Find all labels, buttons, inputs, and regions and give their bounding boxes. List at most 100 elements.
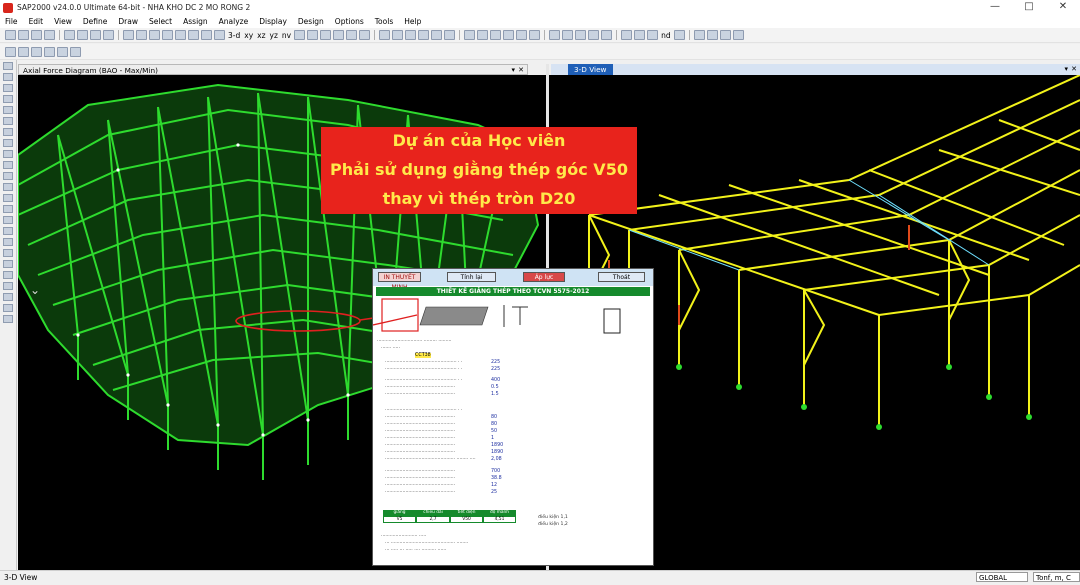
snap-grid-icon[interactable] bbox=[3, 260, 13, 268]
zoom-out-icon[interactable] bbox=[188, 30, 199, 40]
save-icon[interactable] bbox=[31, 30, 42, 40]
display-options-icon[interactable] bbox=[333, 30, 345, 40]
minimize-button[interactable]: — bbox=[978, 0, 1012, 15]
report-icon[interactable] bbox=[719, 30, 731, 40]
grid-icon[interactable] bbox=[673, 30, 685, 40]
zoom-window-icon[interactable] bbox=[149, 30, 160, 40]
right-pane-tab[interactable]: 3-D View ▾ ✕ bbox=[551, 64, 1080, 75]
show-forces-icon[interactable] bbox=[359, 30, 371, 40]
draw-frame-icon[interactable] bbox=[379, 30, 391, 40]
previous-selection-icon[interactable] bbox=[3, 172, 13, 180]
menu-design[interactable]: Design bbox=[293, 17, 330, 26]
frame-design-icon[interactable] bbox=[621, 30, 633, 40]
spring-icon[interactable] bbox=[562, 30, 574, 40]
show-deformed-icon[interactable] bbox=[346, 30, 358, 40]
settings-icon[interactable] bbox=[732, 30, 744, 40]
refresh-icon[interactable] bbox=[90, 30, 101, 40]
quick-area-icon[interactable] bbox=[3, 139, 13, 147]
paste-icon[interactable] bbox=[516, 30, 528, 40]
clear-selection-icon[interactable] bbox=[3, 183, 13, 191]
draw-cable-icon[interactable] bbox=[392, 30, 404, 40]
new-model-icon[interactable] bbox=[5, 30, 16, 40]
menu-assign[interactable]: Assign bbox=[178, 17, 214, 26]
reshape-icon[interactable] bbox=[3, 73, 13, 81]
menu-view[interactable]: View bbox=[49, 17, 78, 26]
menu-select[interactable]: Select bbox=[144, 17, 178, 26]
draw-links-icon[interactable] bbox=[70, 46, 81, 57]
release-icon[interactable] bbox=[588, 30, 600, 40]
menu-file[interactable]: File bbox=[0, 17, 24, 26]
menu-edit[interactable]: Edit bbox=[24, 17, 50, 26]
lock-icon[interactable] bbox=[103, 30, 114, 40]
snap-fine-grid-icon[interactable] bbox=[3, 271, 13, 279]
menu-display[interactable]: Display bbox=[254, 17, 293, 26]
expand-chevron-icon[interactable]: ⌄ bbox=[30, 283, 40, 297]
assign-area-icon[interactable] bbox=[490, 30, 502, 40]
draw-reference-point-icon[interactable] bbox=[44, 46, 55, 57]
select-polygon-icon[interactable] bbox=[444, 30, 456, 40]
open-icon[interactable] bbox=[18, 30, 29, 40]
snap-parallel-icon[interactable] bbox=[3, 304, 13, 312]
move-up-icon[interactable] bbox=[307, 30, 319, 40]
maximize-button[interactable]: □ bbox=[1012, 0, 1046, 15]
assign-joint-icon[interactable] bbox=[464, 30, 476, 40]
rotate-icon[interactable] bbox=[294, 30, 306, 40]
draw-joint-icon[interactable] bbox=[3, 84, 13, 92]
draw-section-cut-icon[interactable] bbox=[18, 46, 29, 57]
draw-rect-area-icon[interactable] bbox=[3, 128, 13, 136]
text-cursor-icon[interactable] bbox=[693, 30, 705, 40]
snap-area-center-icon[interactable] bbox=[3, 315, 13, 323]
redo-icon[interactable] bbox=[77, 30, 88, 40]
zoom-in-icon[interactable] bbox=[175, 30, 186, 40]
run-options-icon[interactable] bbox=[136, 30, 147, 40]
draw-solid-icon[interactable] bbox=[418, 30, 430, 40]
snap-edges-icon[interactable] bbox=[3, 282, 13, 290]
pan-icon[interactable] bbox=[214, 30, 225, 40]
menu-options[interactable]: Options bbox=[330, 17, 370, 26]
draw-solid-tool-icon[interactable] bbox=[3, 150, 13, 158]
view-3d-button[interactable]: 3-d bbox=[228, 31, 240, 40]
pin-icon[interactable]: ▾ bbox=[1064, 64, 1068, 75]
snap-perpendicular-icon[interactable] bbox=[3, 238, 13, 246]
draw-line-icon[interactable] bbox=[3, 95, 13, 103]
snap-midpoints-icon[interactable] bbox=[3, 216, 13, 224]
table-icon[interactable] bbox=[706, 30, 718, 40]
undo-icon[interactable] bbox=[64, 30, 75, 40]
snap-joints-icon[interactable] bbox=[3, 205, 13, 213]
pressure-button[interactable]: Áp lực bbox=[523, 272, 565, 282]
menu-define[interactable]: Define bbox=[78, 17, 113, 26]
section-icon[interactable] bbox=[575, 30, 587, 40]
select-icon[interactable] bbox=[431, 30, 443, 40]
draw-area-icon[interactable] bbox=[405, 30, 417, 40]
view-nv-button[interactable]: nv bbox=[282, 31, 291, 40]
restraint-icon[interactable] bbox=[549, 30, 561, 40]
coordinate-system-dropdown[interactable]: GLOBAL bbox=[976, 572, 1028, 582]
print-icon[interactable] bbox=[44, 30, 55, 40]
concrete-design-icon[interactable] bbox=[647, 30, 659, 40]
close-button[interactable]: ✕ bbox=[1046, 0, 1080, 15]
zoom-previous-icon[interactable] bbox=[201, 30, 212, 40]
snap-intersections-icon[interactable] bbox=[3, 227, 13, 235]
steel-design-icon[interactable] bbox=[634, 30, 646, 40]
left-pane-tab[interactable]: Axial Force Diagram (BAO - Max/Min) ▾ ✕ bbox=[18, 64, 528, 75]
view-yz-button[interactable]: yz bbox=[270, 31, 278, 40]
draw-polyline-icon[interactable] bbox=[3, 106, 13, 114]
snap-extension-icon[interactable] bbox=[3, 293, 13, 301]
close-icon[interactable]: ✕ bbox=[1071, 64, 1077, 75]
menu-tools[interactable]: Tools bbox=[370, 17, 399, 26]
zoom-full-icon[interactable] bbox=[162, 30, 173, 40]
menu-draw[interactable]: Draw bbox=[113, 17, 144, 26]
intersecting-line-icon[interactable] bbox=[3, 194, 13, 202]
exit-button[interactable]: Thoát bbox=[598, 272, 645, 282]
menu-analyze[interactable]: Analyze bbox=[214, 17, 255, 26]
assign-frame-icon[interactable] bbox=[477, 30, 489, 40]
view-xz-button[interactable]: xz bbox=[257, 31, 265, 40]
pointer-icon[interactable] bbox=[3, 62, 13, 70]
view-nd-button[interactable]: nd bbox=[661, 31, 671, 40]
move-down-icon[interactable] bbox=[320, 30, 332, 40]
units-dropdown[interactable]: Tonf, m, C bbox=[1033, 572, 1080, 582]
draw-poly-area-icon[interactable] bbox=[3, 117, 13, 125]
draw-special-joint-icon[interactable] bbox=[5, 46, 16, 57]
quick-draw-icon[interactable] bbox=[57, 46, 68, 57]
delete-icon[interactable] bbox=[529, 30, 541, 40]
